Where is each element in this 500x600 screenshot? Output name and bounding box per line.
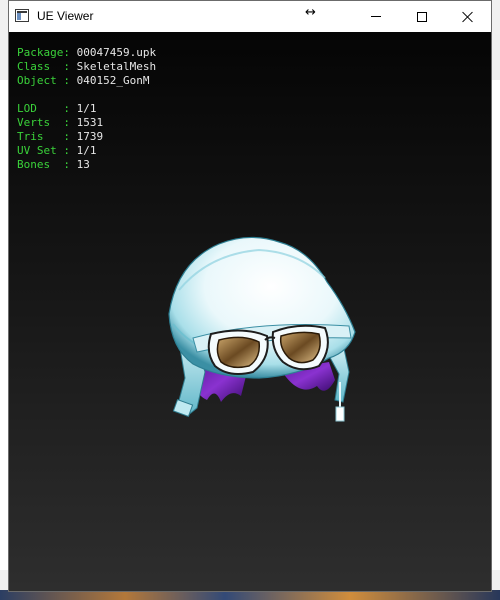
uvset-value: 1/1: [76, 144, 97, 157]
object-line: Object : 040152_GonM: [17, 74, 156, 88]
background-console-left-edge: [0, 80, 8, 570]
minimize-button[interactable]: [353, 1, 399, 32]
package-value: 00047459.upk: [76, 46, 157, 59]
bones-label: Bones :: [17, 158, 70, 171]
package-line: Package: 00047459.upk: [17, 46, 156, 60]
class-value: SkeletalMesh: [76, 60, 157, 73]
class-label: Class :: [17, 60, 70, 73]
class-line: Class : SkeletalMesh: [17, 60, 156, 74]
bones-line: Bones : 13: [17, 158, 156, 172]
background-console-right-edge: [492, 80, 500, 570]
3d-viewport[interactable]: Package: 00047459.upk Class : SkeletalMe…: [9, 32, 491, 591]
mesh-info-overlay: Package: 00047459.upk Class : SkeletalMe…: [17, 46, 156, 172]
minimize-icon: [371, 16, 381, 17]
lod-label: LOD :: [17, 102, 70, 115]
tris-label: Tris :: [17, 130, 70, 143]
window-title: UE Viewer: [37, 9, 94, 23]
uvset-label: UV Set :: [17, 144, 70, 157]
verts-value: 1531: [76, 116, 104, 129]
ue-viewer-window: UE Viewer ↔ Package: 00047459.upk Class …: [8, 0, 492, 592]
verts-label: Verts :: [17, 116, 70, 129]
object-label: Object :: [17, 74, 70, 87]
title-bar[interactable]: UE Viewer ↔: [9, 1, 491, 32]
close-button[interactable]: [445, 1, 491, 32]
package-label: Package:: [17, 46, 70, 59]
object-value: 040152_GonM: [76, 74, 150, 87]
lod-line: LOD : 1/1: [17, 102, 156, 116]
verts-line: Verts : 1531: [17, 116, 156, 130]
uvset-line: UV Set : 1/1: [17, 144, 156, 158]
close-icon: [462, 11, 474, 23]
tris-line: Tris : 1739: [17, 130, 156, 144]
skeletal-mesh-render[interactable]: [149, 202, 369, 442]
ue-viewer-app-icon: [15, 9, 29, 22]
maximize-button[interactable]: [399, 1, 445, 32]
bones-value: 13: [76, 158, 90, 171]
tris-value: 1739: [76, 130, 104, 143]
maximize-icon: [417, 11, 427, 22]
horizontal-resize-icon: ↔: [305, 5, 316, 20]
lod-value: 1/1: [76, 102, 97, 115]
